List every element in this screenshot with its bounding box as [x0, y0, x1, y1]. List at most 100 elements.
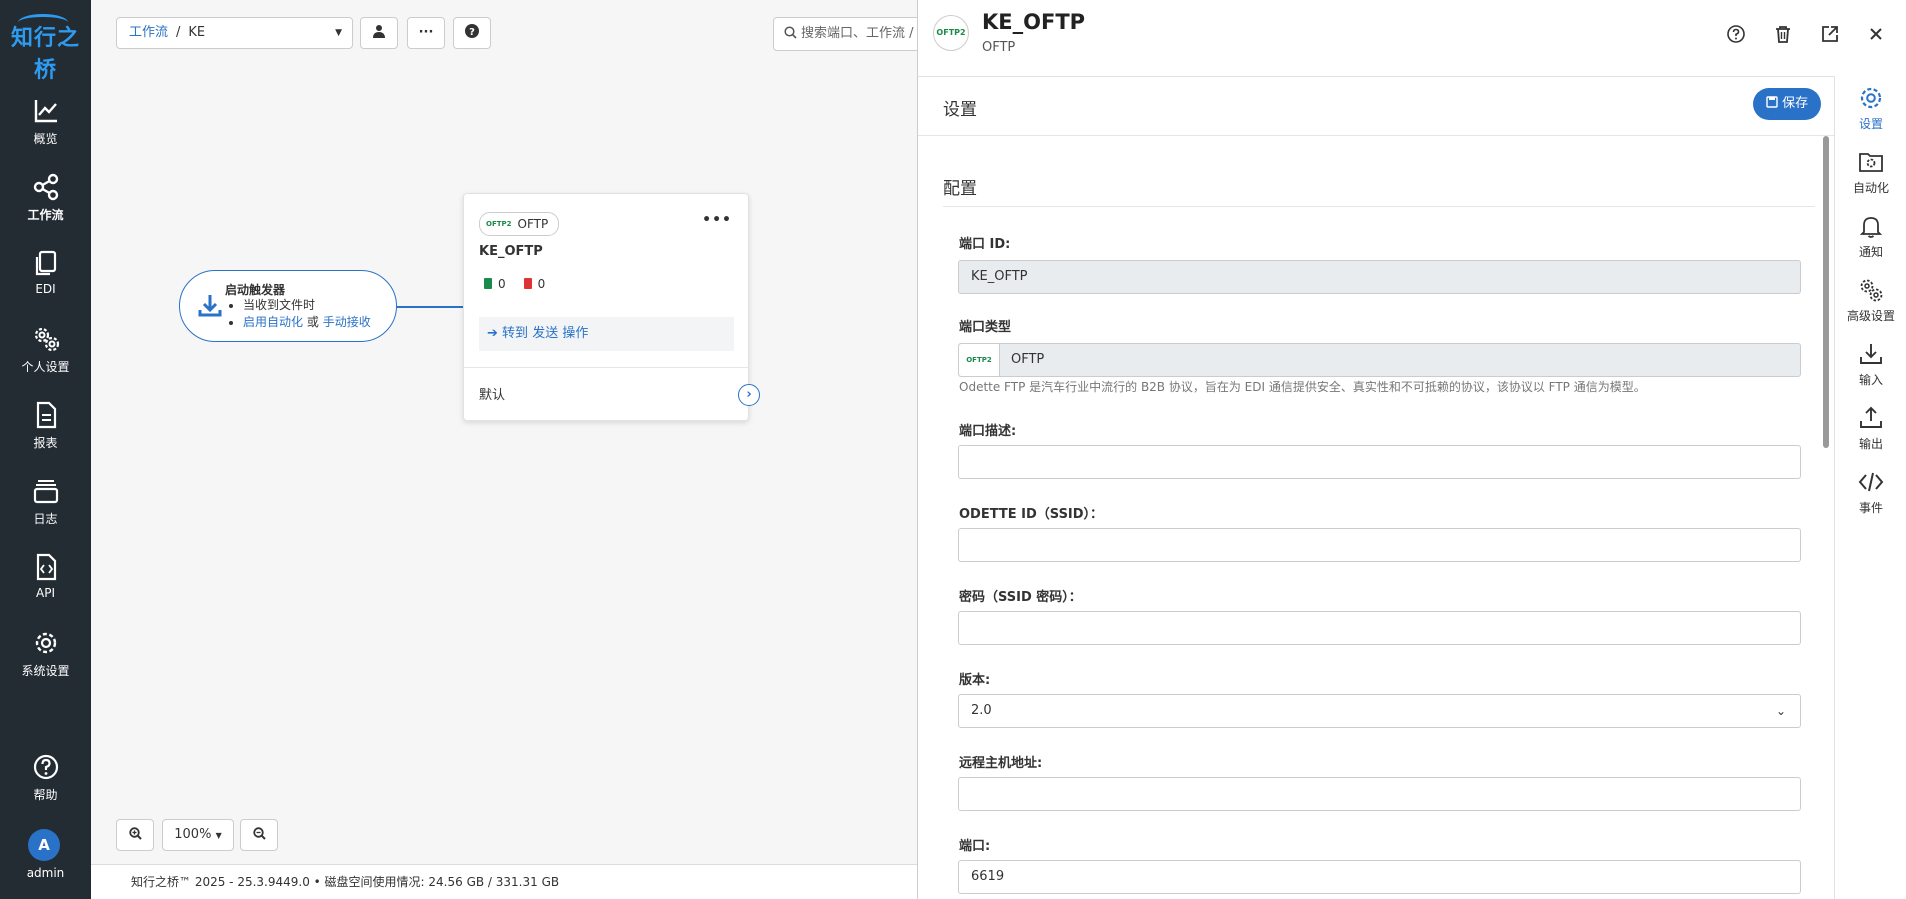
remote-host-input[interactable] — [958, 777, 1801, 811]
nav-label: 系统设置 — [21, 664, 70, 678]
caret-down-icon: ▼ — [335, 28, 342, 38]
nav-label: 帮助 — [33, 788, 58, 802]
save-label: 保存 — [1782, 96, 1809, 111]
chevron-down-icon: ⌄ — [1775, 704, 1786, 718]
nav-item-logs[interactable]: 日志 — [0, 476, 91, 527]
tab-input[interactable]: 输入 — [1835, 340, 1906, 388]
tab-settings[interactable]: 设置 — [1835, 84, 1906, 132]
user-icon — [373, 25, 385, 38]
goto-send-link[interactable]: 发送 — [532, 326, 558, 341]
zoom-level-select[interactable]: 100% ▼ — [162, 819, 234, 851]
port-type-field: OFTP2 OFTP — [958, 343, 1801, 377]
tab-label: 通知 — [1858, 245, 1883, 259]
chevron-right-icon[interactable]: › — [738, 384, 760, 406]
user-filter-button[interactable] — [360, 17, 398, 49]
port-settings-panel: OFTP2 KE_OFTP OFTP 设置 保存 配置 端口 ID: KE_OF… — [917, 0, 1906, 899]
nav-item-help[interactable]: 帮助 — [0, 752, 91, 803]
password-label: 密码（SSID 密码）： — [959, 590, 1082, 605]
svg-text:?: ? — [469, 27, 475, 38]
remote-host-label: 远程主机地址: — [959, 756, 1043, 771]
report-file-icon — [36, 401, 56, 429]
nav-label: EDI — [35, 282, 56, 296]
nav-label: 个人设置 — [21, 360, 70, 374]
bell-icon — [1859, 217, 1883, 238]
tab-label: 自动化 — [1852, 181, 1889, 195]
trigger-title: 启动触发器 — [225, 283, 286, 297]
nav-item-workflow[interactable]: 工作流 — [0, 172, 91, 223]
goto-suffix: 操作 — [562, 326, 589, 341]
goto-send-action[interactable]: ➔ 转到 发送 操作 — [479, 317, 734, 351]
caret-down-icon: ▼ — [215, 831, 222, 840]
panel-header: OFTP2 KE_OFTP OFTP — [918, 0, 1906, 77]
trash-icon[interactable] — [1771, 22, 1795, 46]
help-button[interactable]: ? — [453, 17, 491, 49]
port-card[interactable]: OFTP2 OFTP ••• KE_OFTP 0 0 ➔ 转到 发送 操作 默认 … — [463, 193, 760, 421]
download-icon — [198, 295, 222, 317]
card-menu-button[interactable]: ••• — [702, 212, 732, 228]
port-number-input[interactable]: 6619 — [958, 860, 1801, 894]
breadcrumb-current: KE — [188, 25, 206, 40]
port-type-badge: OFTP2 OFTP — [479, 212, 560, 236]
nav-label: API — [36, 586, 55, 600]
tab-label: 输出 — [1858, 437, 1883, 451]
odette-id-label: ODETTE ID（SSID）： — [959, 507, 1104, 522]
version-select[interactable]: 2.0 ⌄ — [958, 694, 1801, 728]
goto-prefix: 转到 — [502, 326, 529, 341]
close-icon[interactable] — [1864, 22, 1888, 46]
chart-line-icon — [34, 100, 57, 123]
nav-item-api[interactable]: API — [0, 552, 91, 601]
nav-item-reports[interactable]: 报表 — [0, 400, 91, 451]
manual-receive-link[interactable]: 手动接收 — [323, 315, 371, 329]
username: admin — [26, 866, 65, 880]
zoom-out-icon — [252, 827, 266, 840]
search-icon — [784, 26, 797, 39]
api-code-file-icon — [36, 553, 56, 581]
copy-documents-icon — [35, 250, 56, 276]
question-circle-icon[interactable] — [1724, 22, 1748, 46]
nav-item-system-settings[interactable]: 系统设置 — [0, 628, 91, 679]
workflow-canvas[interactable]: 工作流 / KE ▼ ··· ? 搜索端口、工作流 / 启动触发器 当收到文件时 启… — [91, 0, 933, 899]
nav-item-edi[interactable]: EDI — [0, 248, 91, 297]
port-type-label: 端口类型 — [959, 320, 1012, 335]
more-options-button[interactable]: ··· — [407, 17, 445, 49]
error-count[interactable]: 0 — [524, 277, 546, 291]
external-link-icon[interactable] — [1818, 22, 1842, 46]
save-icon — [1766, 96, 1778, 108]
port-type-label: OFTP — [517, 217, 549, 231]
odette-id-input[interactable] — [958, 528, 1801, 562]
password-input[interactable] — [958, 611, 1801, 645]
nav-label: 日志 — [33, 512, 58, 526]
nav-item-personal-settings[interactable]: 个人设置 — [0, 324, 91, 375]
form-scrollbar[interactable] — [1823, 136, 1829, 448]
save-button[interactable]: 保存 — [1753, 88, 1821, 120]
avatar[interactable]: A — [28, 829, 60, 861]
enable-automation-link[interactable]: 启用自动化 — [243, 315, 303, 329]
panel-title: KE_OFTP — [982, 10, 1086, 34]
nav-item-overview[interactable]: 概览 — [0, 96, 91, 147]
trigger-actions: 启用自动化 或 手动接收 — [243, 314, 371, 331]
version-label: 版本: — [959, 673, 991, 688]
port-description-textarea[interactable] — [958, 445, 1801, 479]
nav-label: 概览 — [33, 132, 58, 146]
ellipsis-icon: ··· — [418, 25, 434, 40]
app-logo[interactable]: 知行之桥 — [0, 14, 91, 84]
question-circle-icon: ? — [465, 24, 479, 38]
tab-notifications[interactable]: 通知 — [1835, 212, 1906, 260]
zoom-out-button[interactable] — [240, 819, 278, 851]
tab-automation[interactable]: 自动化 — [1835, 148, 1906, 196]
start-trigger-node[interactable]: 启动触发器 当收到文件时 启用自动化 或 手动接收 — [179, 270, 397, 342]
tab-output[interactable]: 输出 — [1835, 404, 1906, 452]
search-input[interactable]: 搜索端口、工作流 / — [773, 17, 933, 51]
tab-events[interactable]: 事件 — [1835, 468, 1906, 516]
folder-gear-icon — [1859, 153, 1883, 172]
tab-advanced-settings[interactable]: 高级设置 — [1835, 276, 1906, 324]
zoom-in-button[interactable] — [116, 819, 154, 851]
default-route-label: 默认 — [479, 388, 506, 403]
breadcrumb-root[interactable]: 工作流 — [129, 25, 168, 40]
trigger-list: 当收到文件时 启用自动化 或 手动接收 — [225, 297, 371, 331]
success-count[interactable]: 0 — [484, 277, 506, 291]
breadcrumb[interactable]: 工作流 / KE ▼ — [116, 17, 353, 49]
arrow-right-icon: ➔ — [487, 326, 498, 341]
settings-form: 配置 端口 ID: KE_OFTP 端口类型 OFTP2 OFTP Odette… — [918, 136, 1835, 899]
oftp-logo-icon: OFTP2 — [959, 344, 1000, 376]
